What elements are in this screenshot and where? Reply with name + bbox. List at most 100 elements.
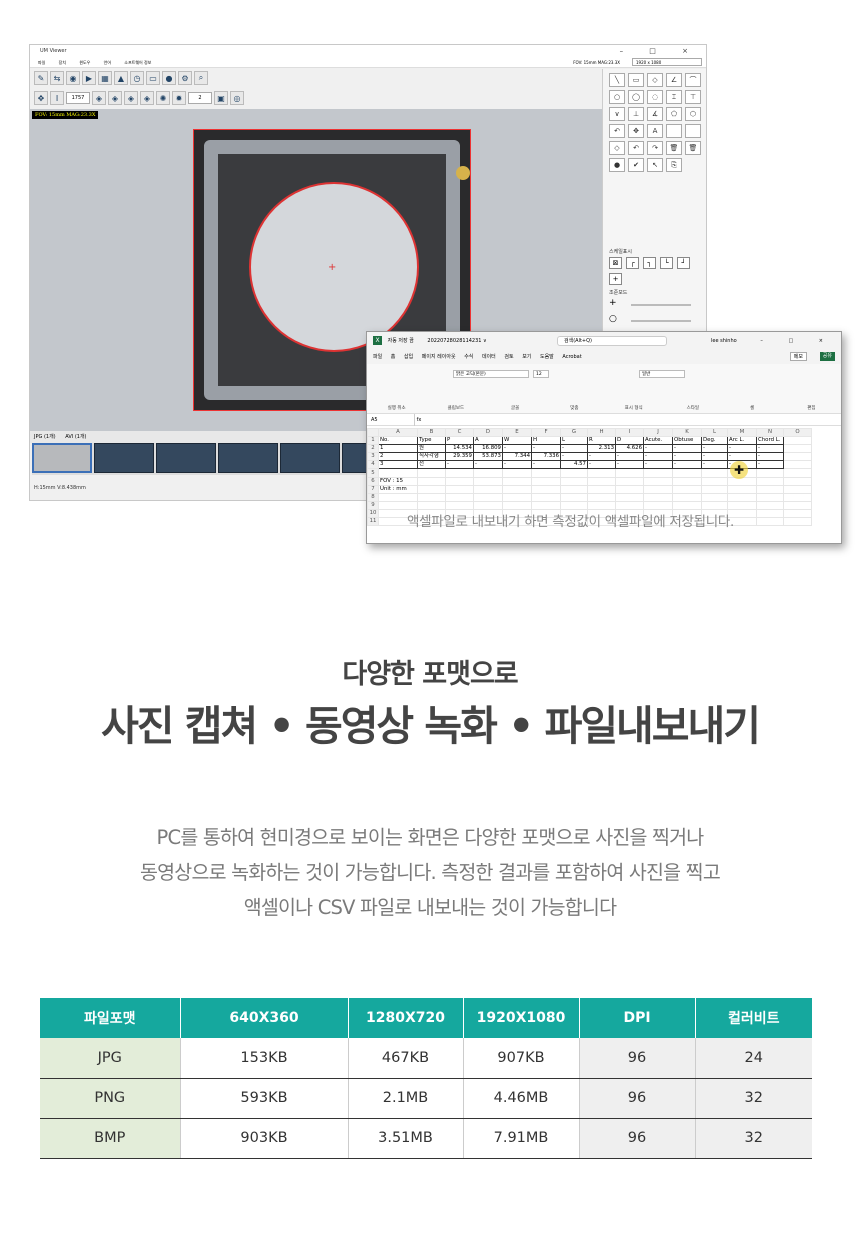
sheet-cell[interactable]: - — [701, 452, 728, 462]
color-tool-icon[interactable]: ● — [609, 158, 625, 172]
viewer-menu-window[interactable]: 윈도우 — [79, 60, 90, 65]
sheet-cell[interactable] — [783, 484, 812, 494]
sheet-cell[interactable]: - — [756, 452, 784, 462]
angle2-tool-icon[interactable]: ∡ — [647, 107, 663, 121]
sheet-cell[interactable] — [531, 468, 561, 478]
excel-menu-review[interactable]: 검토 — [504, 354, 513, 360]
video-icon[interactable]: ▶ — [82, 71, 96, 85]
polyline-tool-icon[interactable]: ∠ — [666, 73, 682, 87]
height-icon[interactable]: I — [50, 91, 64, 105]
sheet-cell[interactable]: - — [502, 444, 532, 454]
sheet-cell[interactable] — [701, 476, 728, 486]
sheet-cell[interactable]: - — [672, 460, 702, 470]
sheet-cell[interactable] — [672, 468, 702, 478]
zoom-field[interactable]: 1757 — [66, 92, 90, 104]
target-icon[interactable]: ✥ — [34, 91, 48, 105]
flip-icon[interactable]: ⇆ — [50, 71, 64, 85]
viewer-menu-device[interactable]: 장치 — [59, 60, 66, 65]
sheet-cell[interactable] — [417, 492, 446, 502]
sheet-cell[interactable]: 2 — [378, 452, 418, 462]
sheet-cell[interactable]: - — [643, 460, 673, 470]
line-tool-icon[interactable]: ╲ — [609, 73, 625, 87]
column-header[interactable]: J — [643, 427, 673, 438]
sheet-cell[interactable] — [445, 484, 474, 494]
column-header[interactable]: A — [378, 427, 418, 438]
rect-tool-icon[interactable]: ▭ — [628, 73, 644, 87]
thumbnail[interactable] — [218, 443, 278, 473]
scale-cross-icon[interactable]: + — [609, 273, 622, 285]
sheet-cell[interactable] — [531, 476, 561, 486]
angle-tool-icon[interactable]: ∨ — [609, 107, 625, 121]
grid-icon[interactable]: ▣ — [214, 91, 228, 105]
row-header[interactable]: 5 — [367, 468, 379, 478]
trash2-tool-icon[interactable]: 🗑 — [685, 141, 701, 155]
column-header[interactable]: M — [727, 427, 757, 438]
zoom-icon[interactable]: ⌕ — [194, 71, 208, 85]
sheet-cell[interactable]: 원 — [417, 444, 446, 454]
sheet-cell[interactable] — [560, 500, 588, 510]
viewer-menu-file[interactable]: 파일 — [38, 60, 45, 65]
sheet-cell[interactable] — [531, 492, 561, 502]
column-header[interactable]: K — [672, 427, 702, 438]
text-tool-icon[interactable]: A — [647, 124, 663, 138]
sheet-cell[interactable] — [643, 468, 673, 478]
circle-tool-icon[interactable]: ○ — [609, 90, 625, 104]
sheet-cell[interactable] — [756, 517, 784, 527]
sheet-cell[interactable]: 7.344 — [502, 452, 532, 462]
move-tool-icon[interactable]: ✥ — [628, 124, 644, 138]
excel-menu-layout[interactable]: 페이지 레이아웃 — [422, 354, 456, 360]
undo-tool-icon[interactable]: ↶ — [628, 141, 644, 155]
sheet-cell[interactable] — [615, 476, 644, 486]
sheet-cell[interactable] — [445, 476, 474, 486]
sheet-cell[interactable] — [783, 476, 812, 486]
scale-bottom-right-icon[interactable]: ┘ — [677, 257, 690, 269]
sheet-cell[interactable]: Acute. — [643, 436, 673, 446]
sheet-cell[interactable]: W — [502, 436, 532, 446]
sheet-cell[interactable]: 1 — [378, 444, 418, 454]
column-header[interactable]: I — [615, 427, 644, 438]
sheet-cell[interactable]: 선 — [417, 460, 446, 470]
sheet-cell[interactable] — [502, 468, 532, 478]
sheet-cell[interactable] — [587, 468, 616, 478]
sheet-cell[interactable] — [756, 500, 784, 510]
sheet-cell[interactable]: 3 — [378, 460, 418, 470]
sheet-cell[interactable]: No. — [378, 436, 418, 446]
sheet-cell[interactable]: - — [531, 444, 561, 454]
hexagon-tool-icon[interactable]: ⬡ — [685, 107, 701, 121]
column-header[interactable]: C — [445, 427, 474, 438]
tee-tool-icon[interactable]: ⊤ — [685, 90, 701, 104]
scale-none-icon[interactable]: ⊠ — [609, 257, 622, 269]
align2-icon[interactable]: ◈ — [108, 91, 122, 105]
sheet-cell[interactable] — [378, 500, 418, 510]
excel-menu-help[interactable]: 도움말 — [540, 354, 554, 360]
sheet-cell[interactable] — [615, 492, 644, 502]
sheet-cell[interactable] — [643, 476, 673, 486]
sheet-cell[interactable]: - — [756, 460, 784, 470]
row-header[interactable]: 11 — [367, 517, 379, 527]
sheet-cell[interactable]: Deg. — [701, 436, 728, 446]
sheet-cell[interactable]: - — [473, 460, 503, 470]
sheet-cell[interactable] — [473, 476, 503, 486]
excel-filename[interactable]: 20220728028114231 ∨ — [427, 338, 486, 344]
sheet-cell[interactable] — [587, 484, 616, 494]
thumbnail[interactable] — [156, 443, 216, 473]
dashed-circle-tool-icon[interactable]: ◌ — [647, 90, 663, 104]
column-header[interactable]: L — [701, 427, 728, 438]
sheet-cell[interactable] — [783, 436, 812, 446]
excel-search[interactable]: 검색(Alt+Q) — [557, 336, 667, 346]
person-icon[interactable]: ● — [162, 71, 176, 85]
column-header[interactable]: D — [473, 427, 503, 438]
sheet-cell[interactable] — [727, 484, 757, 494]
sheet-cell[interactable]: - — [531, 460, 561, 470]
sheet-cell[interactable]: 7.336 — [531, 452, 561, 462]
viewer-menu-info[interactable]: 소프트웨어 정보 — [124, 60, 151, 65]
sheet-cell[interactable] — [378, 492, 418, 502]
sheet-cell[interactable]: Type — [417, 436, 446, 446]
column-header[interactable]: O — [783, 427, 812, 438]
sheet-cell[interactable] — [502, 492, 532, 502]
sheet-cell[interactable] — [701, 468, 728, 478]
sheet-cell[interactable]: 4.626 — [615, 444, 644, 454]
sheet-cell[interactable]: H — [531, 436, 561, 446]
sheet-cell[interactable] — [783, 452, 812, 462]
sheet-cell[interactable]: - — [672, 452, 702, 462]
